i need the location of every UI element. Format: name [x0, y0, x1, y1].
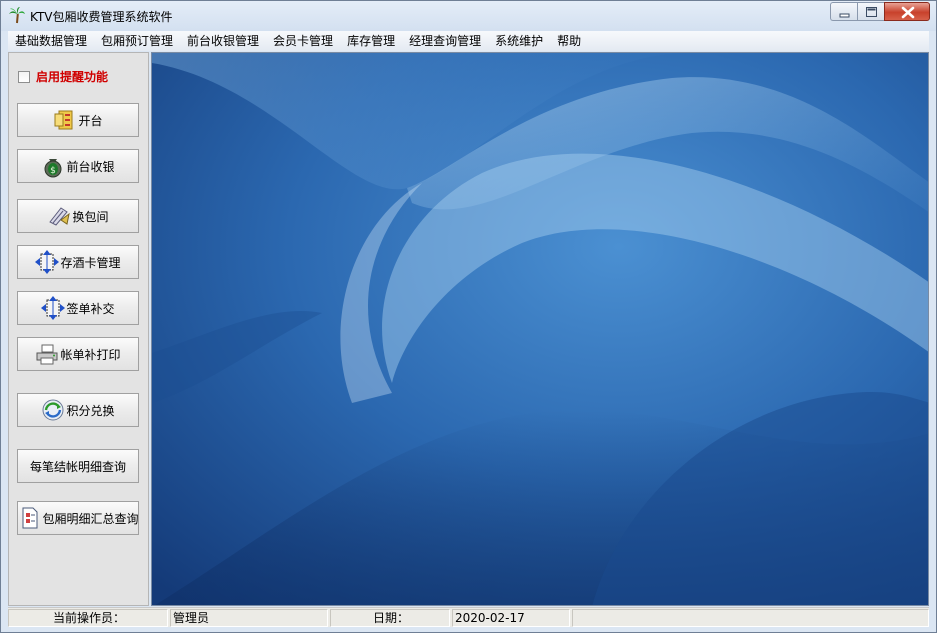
open-table-icon [54, 110, 73, 130]
room-summary-query-label: 包厢明细汇总查询 [42, 511, 139, 526]
open-table-button[interactable]: 开台 [17, 103, 139, 137]
swap-room-label: 换包间 [72, 209, 109, 224]
swap-room-button[interactable]: 换包间 [17, 199, 139, 233]
checkout-detail-query-label: 每笔结帐明细查询 [29, 459, 126, 474]
menu-room-booking[interactable]: 包厢预订管理 [94, 31, 180, 51]
room-summary-query-button[interactable]: 包厢明细汇总查询 [17, 501, 139, 535]
wine-card-label: 存酒卡管理 [60, 255, 121, 270]
sidebar: 启用提醒功能 开台 $ 前台收银 换包间 存酒卡管理 签单补交 帐单补打印 积分… [8, 52, 149, 606]
cashier-button[interactable]: $ 前台收银 [17, 149, 139, 183]
operator-label: 当前操作员： [8, 609, 168, 627]
menu-basic-data[interactable]: 基础数据管理 [8, 31, 94, 51]
money-bag-icon: $ [44, 159, 62, 178]
minimize-icon [839, 13, 850, 18]
menu-bar: 基础数据管理 包厢预订管理 前台收银管理 会员卡管理 库存管理 经理查询管理 系… [8, 31, 929, 51]
reprint-bill-label: 帐单补打印 [60, 347, 121, 362]
date-value: 2020-02-17 [452, 609, 570, 627]
swap-room-icon [49, 207, 71, 226]
cashier-label: 前台收银 [66, 159, 115, 174]
date-label: 日期： [330, 609, 450, 627]
minimize-button[interactable] [830, 2, 857, 21]
points-exchange-button[interactable]: 积分兑换 [17, 393, 139, 427]
menu-inventory[interactable]: 库存管理 [340, 31, 402, 51]
operator-value: 管理员 [170, 609, 328, 627]
menu-system[interactable]: 系统维护 [488, 31, 550, 51]
sign-bill-icon [41, 296, 66, 320]
reprint-bill-button[interactable]: 帐单补打印 [17, 337, 139, 371]
maximize-button[interactable] [857, 2, 884, 21]
palm-tree-icon [9, 7, 25, 24]
report-icon [22, 507, 37, 529]
menu-help[interactable]: 帮助 [550, 31, 588, 51]
status-bar: 当前操作员： 管理员 日期： 2020-02-17 [8, 607, 929, 627]
remind-toggle[interactable]: 启用提醒功能 [18, 68, 108, 85]
wallpaper-art [152, 53, 928, 605]
points-exchange-label: 积分兑换 [66, 403, 115, 418]
app-window: KTV包厢收费管理系统软件 基础数据管理 包厢预订管理 前台收银管理 会员卡管理… [0, 0, 937, 633]
status-empty-panel [572, 609, 929, 627]
points-exchange-icon [42, 399, 64, 421]
close-button[interactable] [884, 2, 930, 21]
remind-checkbox[interactable] [18, 70, 30, 83]
maximize-icon [866, 7, 877, 17]
desktop-wallpaper [151, 52, 929, 606]
wine-card-icon [35, 250, 60, 274]
svg-text:$: $ [51, 166, 57, 176]
window-title: KTV包厢收费管理系统软件 [30, 10, 173, 24]
sign-bill-button[interactable]: 签单补交 [17, 291, 139, 325]
menu-manager-query[interactable]: 经理查询管理 [402, 31, 488, 51]
wine-card-button[interactable]: 存酒卡管理 [17, 245, 139, 279]
menu-cashier[interactable]: 前台收银管理 [180, 31, 266, 51]
checkout-detail-query-button[interactable]: 每笔结帐明细查询 [17, 449, 139, 483]
menu-member-card[interactable]: 会员卡管理 [266, 31, 340, 51]
printer-icon [36, 344, 58, 365]
remind-label: 启用提醒功能 [36, 70, 109, 84]
close-icon [901, 6, 915, 19]
window-controls [830, 2, 930, 22]
open-table-label: 开台 [78, 113, 103, 128]
sign-bill-label: 签单补交 [66, 301, 115, 316]
title-bar[interactable]: KTV包厢收费管理系统软件 [1, 1, 936, 31]
